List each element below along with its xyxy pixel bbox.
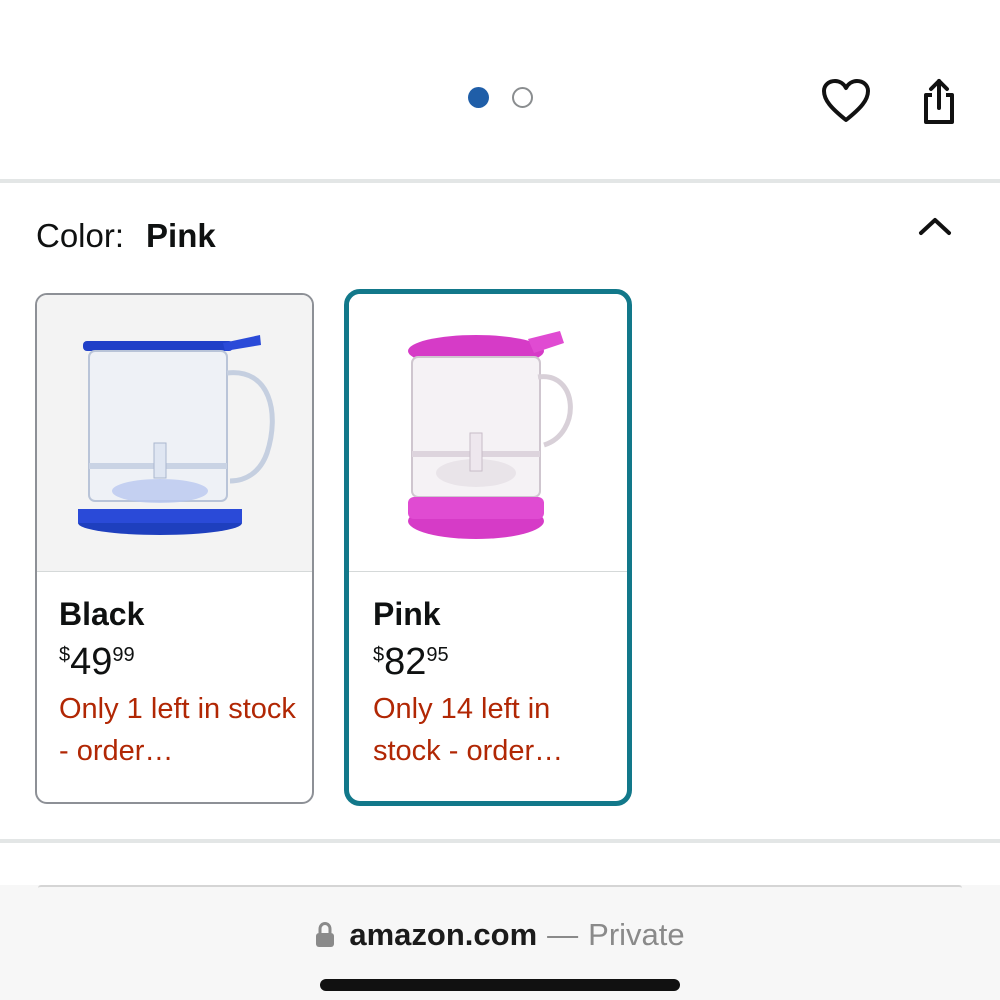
swatch-price: $ 49 99 <box>59 640 312 684</box>
share-button[interactable] <box>912 74 966 128</box>
stock-status: Only 14 left in stock - order… <box>373 693 564 767</box>
color-selector-header: Color: Pink <box>36 214 216 258</box>
price-whole: 82 <box>384 641 427 683</box>
price-fraction: 95 <box>426 644 449 666</box>
next-card-edge <box>38 885 962 888</box>
swatch-name: Pink <box>373 596 441 632</box>
browser-address-bar[interactable]: amazon.com — Private <box>0 885 1000 1000</box>
carousel-dot-inactive[interactable] <box>512 87 533 108</box>
teapot-image <box>408 330 573 539</box>
carousel-dot-active[interactable] <box>468 87 489 108</box>
lock-icon <box>315 922 335 948</box>
section-divider <box>0 839 1000 843</box>
share-icon <box>924 79 954 124</box>
color-swatch-black[interactable]: Black $ 49 99 Only 1 left in stock - ord… <box>35 293 314 804</box>
url-display[interactable]: amazon.com — Private <box>0 913 1000 957</box>
image-carousel-header <box>0 0 1000 180</box>
home-indicator[interactable] <box>320 979 680 991</box>
color-label: Color: <box>36 217 125 254</box>
collapse-color-button[interactable] <box>912 206 958 246</box>
selected-color-value: Pink <box>146 217 216 254</box>
wishlist-button[interactable] <box>819 74 873 128</box>
price-fraction: 99 <box>112 644 135 666</box>
private-mode-label: Private <box>588 917 685 952</box>
swatch-name: Black <box>59 596 145 632</box>
price-symbol: $ <box>373 644 385 666</box>
url-domain: amazon.com <box>349 917 538 952</box>
url-separator: — <box>547 917 579 952</box>
price-whole: 49 <box>70 641 113 683</box>
price-symbol: $ <box>59 644 71 666</box>
heart-icon <box>822 79 870 122</box>
product-image-pink <box>349 294 627 572</box>
color-swatch-pink[interactable]: Pink $ 82 95 Only 14 left in stock - ord… <box>344 289 632 806</box>
teapot-image <box>77 335 275 535</box>
section-divider <box>0 179 1000 183</box>
chevron-up-icon <box>919 218 951 235</box>
stock-status: Only 1 left in stock - order… <box>59 693 296 767</box>
swatch-price: $ 82 95 <box>373 640 627 684</box>
product-image-black <box>37 295 312 572</box>
